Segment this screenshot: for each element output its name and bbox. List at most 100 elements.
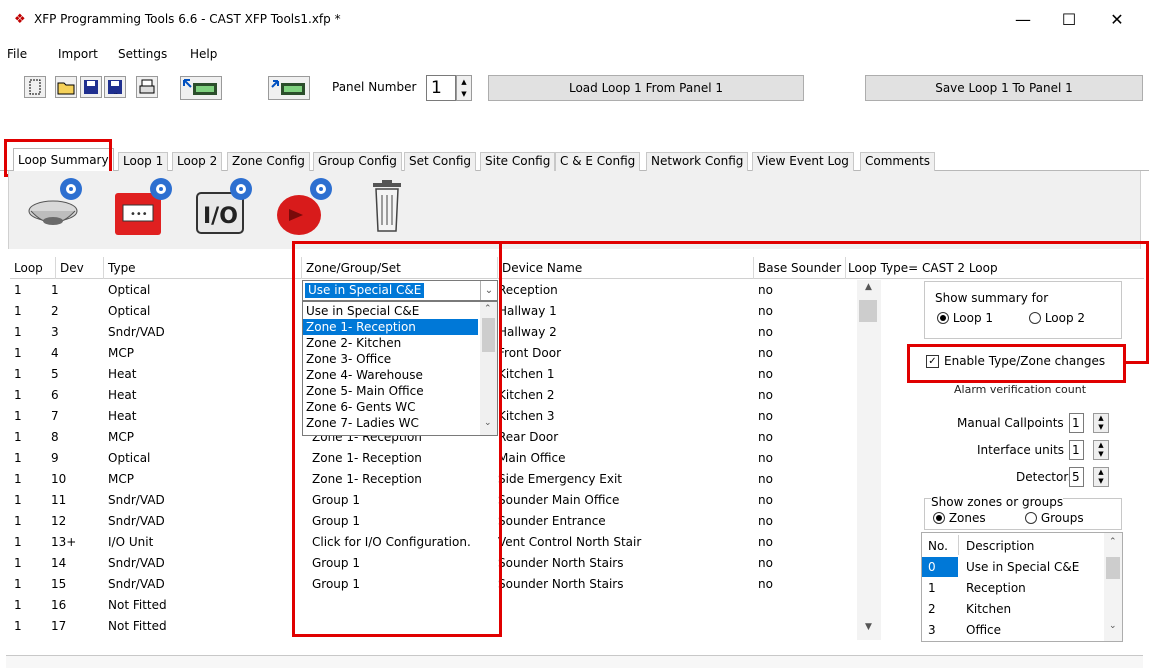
open-folder-icon[interactable] xyxy=(55,76,77,98)
header-loop[interactable]: Loop xyxy=(10,257,56,279)
cell-loop: 1 xyxy=(14,472,22,486)
alarm-verification-label: Alarm verification count xyxy=(954,383,1087,396)
save-loop-button[interactable]: Save Loop 1 To Panel 1 xyxy=(865,75,1143,101)
cell-device-name xyxy=(498,595,748,615)
cell-base-sounder: no xyxy=(758,346,773,360)
annotation-highlight-enable-changes xyxy=(907,344,1126,383)
cell-device-name xyxy=(498,616,748,636)
tab-loop-1[interactable]: Loop 1 xyxy=(118,152,169,171)
tab-view-event-log[interactable]: View Event Log xyxy=(752,152,854,171)
radio-selected-icon[interactable] xyxy=(937,312,949,324)
panel-number-spinner[interactable]: ▲ ▼ xyxy=(456,75,472,101)
minimize-button[interactable]: — xyxy=(1000,6,1046,34)
radio-selected-icon[interactable] xyxy=(933,512,945,524)
cell-base-sounder: no xyxy=(758,493,773,507)
detector-icon[interactable] xyxy=(23,175,85,237)
grid-scrollbar[interactable]: ▲ ▼ xyxy=(857,280,881,640)
delete-bin-icon[interactable] xyxy=(367,179,407,235)
detectors-input[interactable]: 5 xyxy=(1069,467,1084,487)
cell-loop: 1 xyxy=(14,514,22,528)
header-dev[interactable]: Dev xyxy=(56,257,104,279)
menu-settings[interactable]: Settings xyxy=(118,47,167,61)
header-device-name[interactable]: Device Name xyxy=(498,257,754,279)
scroll-up-icon[interactable]: ▲ xyxy=(865,282,872,292)
zone-list-scroll-thumb[interactable] xyxy=(1106,557,1120,579)
cell-loop: 1 xyxy=(14,388,22,402)
cell-dev: 7 xyxy=(51,409,59,423)
zone-list-row[interactable]: 3 Office xyxy=(922,620,1104,640)
print-icon[interactable] xyxy=(136,76,158,98)
manual-callpoints-spinner[interactable]: ▲ ▼ xyxy=(1093,413,1109,433)
tab-ce-config[interactable]: C & E Config xyxy=(555,152,641,171)
cell-device-name: Sounder North Stairs xyxy=(498,577,624,591)
svg-text:..: .. xyxy=(114,89,118,96)
zone-list-header-divider xyxy=(958,535,959,555)
cell-type: Optical xyxy=(108,451,151,465)
tab-network-config[interactable]: Network Config xyxy=(646,152,749,171)
radio-unselected-icon[interactable] xyxy=(1029,312,1041,324)
header-base-sounder[interactable]: Base Sounder xyxy=(754,257,846,279)
close-button[interactable]: ✕ xyxy=(1094,6,1140,34)
tab-loop-2[interactable]: Loop 2 xyxy=(172,152,223,171)
save-as-icon[interactable]: .. xyxy=(104,76,126,98)
cell-type: Sndr/VAD xyxy=(108,493,165,507)
zone-list-description: Kitchen xyxy=(966,602,1012,616)
interface-units-label: Interface units xyxy=(977,443,1065,457)
cell-device-name: Front Door xyxy=(498,346,562,360)
zone-list-row[interactable]: 0 Use in Special C&E xyxy=(922,557,1104,577)
tab-zone-config[interactable]: Zone Config xyxy=(227,152,310,171)
menu-help[interactable]: Help xyxy=(190,47,217,61)
cell-dev: 2 xyxy=(51,304,59,318)
title-bar: ❖ XFP Programming Tools 6.6 - CAST XFP T… xyxy=(0,0,1149,40)
menu-import[interactable]: Import xyxy=(58,47,98,61)
scroll-thumb[interactable] xyxy=(859,300,877,322)
save-icon[interactable] xyxy=(80,76,102,98)
cell-loop: 1 xyxy=(14,346,22,360)
panel-number-input[interactable]: 1 xyxy=(426,75,456,101)
cell-dev: 5 xyxy=(51,367,59,381)
manual-callpoints-input[interactable]: 1 xyxy=(1069,413,1084,433)
header-type[interactable]: Type xyxy=(104,257,302,279)
sounder-icon[interactable] xyxy=(275,177,337,239)
loop2-radio[interactable]: Loop 2 xyxy=(1029,311,1085,325)
loop2-radio-label: Loop 2 xyxy=(1044,311,1086,325)
cell-dev: 10 xyxy=(51,472,67,486)
zone-list-scrollbar[interactable]: ⌃ ⌄ xyxy=(1104,533,1122,641)
menu-file[interactable]: File xyxy=(7,47,27,61)
load-loop-button[interactable]: Load Loop 1 From Panel 1 xyxy=(488,75,804,101)
radio-unselected-icon[interactable] xyxy=(1025,512,1037,524)
groups-radio[interactable]: Groups xyxy=(1025,511,1084,525)
zones-radio[interactable]: Zones xyxy=(933,511,986,525)
scroll-down-icon[interactable]: ▼ xyxy=(865,622,872,632)
cell-device-name: Reception xyxy=(498,283,558,297)
tab-group-config[interactable]: Group Config xyxy=(313,152,402,171)
callpoint-icon[interactable]: ••• xyxy=(113,177,175,239)
cell-type: Sndr/VAD xyxy=(108,514,165,528)
cell-type: Not Fitted xyxy=(108,619,167,633)
device-icon-panel: ••• I/O xyxy=(8,171,1141,249)
tab-set-config[interactable]: Set Config xyxy=(404,152,477,171)
annotation-highlight-zone-column xyxy=(292,241,502,637)
write-to-panel-icon[interactable] xyxy=(268,76,310,100)
loop1-radio[interactable]: Loop 1 xyxy=(937,311,993,325)
tab-comments[interactable]: Comments xyxy=(860,152,936,171)
read-from-panel-icon[interactable] xyxy=(180,76,222,100)
cell-type: Optical xyxy=(108,283,151,297)
cell-dev: 17 xyxy=(51,619,67,633)
cell-dev: 6 xyxy=(51,388,59,402)
zone-list-row[interactable]: 2 Kitchen xyxy=(922,599,1104,619)
show-summary-label: Show summary for xyxy=(935,291,1049,305)
zone-list-row[interactable]: 1 Reception xyxy=(922,578,1104,598)
interface-units-spinner[interactable]: ▲ ▼ xyxy=(1093,440,1109,460)
new-file-icon[interactable] xyxy=(24,76,46,98)
panel-number-label: Panel Number xyxy=(332,80,417,94)
maximize-button[interactable]: ☐ xyxy=(1046,6,1092,34)
interface-units-input[interactable]: 1 xyxy=(1069,440,1084,460)
tab-site-config[interactable]: Site Config xyxy=(480,152,556,171)
chevron-down-icon[interactable]: ⌄ xyxy=(1109,621,1117,631)
detectors-spinner[interactable]: ▲ ▼ xyxy=(1093,467,1109,487)
cell-device-name: Main Office xyxy=(498,451,566,465)
cell-base-sounder: no xyxy=(758,451,773,465)
io-unit-icon[interactable]: I/O xyxy=(195,177,257,239)
chevron-up-icon[interactable]: ⌃ xyxy=(1109,537,1117,547)
